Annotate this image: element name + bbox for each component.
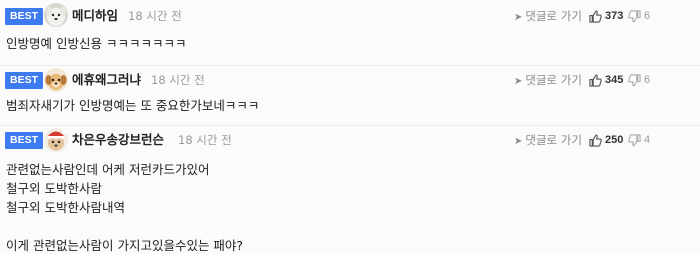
comment-item: BEST 에휴왜그러냐 18 시간 전 ➤ 댓글로 가기 345 6 범죄자새기… bbox=[0, 66, 700, 126]
reply-arrow-icon: ➤ bbox=[514, 136, 523, 147]
comment-header: BEST 차은우송강브런슨 18 시간 전 ➤ 댓글로 가기 250 4 bbox=[0, 126, 700, 152]
thumbs-down-icon bbox=[628, 9, 641, 22]
comment-item: BEST 차은우송강브런슨 18 시간 전 ➤ 댓글로 가기 250 4 관련없… bbox=[0, 126, 700, 254]
go-to-reply-button[interactable]: ➤ 댓글로 가기 bbox=[514, 8, 582, 26]
comment-time: 18 시간 전 bbox=[128, 9, 182, 23]
go-to-reply-button[interactable]: ➤ 댓글로 가기 bbox=[514, 72, 582, 90]
thumbs-up-icon bbox=[589, 134, 602, 147]
like-count: 250 bbox=[605, 134, 624, 146]
dislike-count: 6 bbox=[644, 74, 651, 86]
comment-text-line: 철구외 도박한사람내역 bbox=[6, 200, 125, 215]
comment-body: 인방명예 인방신용 ㅋㅋㅋㅋㅋㅋㅋ bbox=[6, 34, 186, 53]
comment-list: BEST 메디하임 18 시간 전 ➤ 댓글로 가기 373 6 인방명예 인방… bbox=[0, 0, 700, 254]
best-badge: BEST bbox=[5, 72, 44, 89]
thumbs-down-icon bbox=[628, 133, 641, 146]
comment-text-line: 관련없는사람인데 어케 저런카드가있어 bbox=[6, 162, 210, 177]
thumbs-up-icon bbox=[589, 74, 602, 87]
thumbs-up-icon bbox=[589, 10, 602, 23]
best-badge: BEST bbox=[5, 132, 44, 149]
comment-text-line bbox=[6, 217, 243, 236]
comment-time: 18 시간 전 bbox=[178, 133, 232, 147]
comment-text-line: 이게 관련없는사람이 가지고있을수있는 패야? bbox=[6, 238, 244, 253]
thumbs-down-icon bbox=[628, 73, 641, 86]
dislike-count: 6 bbox=[644, 10, 651, 22]
go-to-reply-button[interactable]: ➤ 댓글로 가기 bbox=[514, 132, 582, 150]
dislike-count: 4 bbox=[644, 134, 651, 146]
dislike-button[interactable]: 6 bbox=[628, 71, 650, 89]
best-badge: BEST bbox=[5, 8, 44, 25]
dislike-button[interactable]: 6 bbox=[628, 7, 650, 25]
comment-nickname[interactable]: 차은우송강브런슨 bbox=[72, 132, 164, 148]
comment-body: 관련없는사람인데 어케 저런카드가있어 철구외 도박한사람 철구외 도박한사람내… bbox=[6, 160, 243, 254]
comment-text-line: 인방명예 인방신용 ㅋㅋㅋㅋㅋㅋㅋ bbox=[6, 36, 187, 51]
comment-header: BEST 메디하임 18 시간 전 ➤ 댓글로 가기 373 6 bbox=[0, 0, 700, 27]
reply-arrow-icon: ➤ bbox=[514, 76, 523, 87]
like-count: 345 bbox=[605, 74, 624, 86]
white-dog-avatar-icon[interactable] bbox=[44, 3, 68, 27]
puppy-avatar-icon[interactable] bbox=[44, 68, 68, 92]
dislike-button[interactable]: 4 bbox=[628, 131, 650, 149]
comment-nickname[interactable]: 에휴왜그러냐 bbox=[72, 72, 141, 88]
comment-nickname[interactable]: 메디하임 bbox=[72, 8, 118, 24]
like-count: 373 bbox=[605, 10, 624, 22]
comment-text-line: 철구외 도박한사람 bbox=[6, 181, 102, 196]
comment-time: 18 시간 전 bbox=[151, 73, 205, 87]
santa-dog-avatar-icon[interactable] bbox=[44, 128, 68, 152]
comment-item: BEST 메디하임 18 시간 전 ➤ 댓글로 가기 373 6 인방명예 인방… bbox=[0, 0, 700, 66]
like-button[interactable]: 250 bbox=[589, 131, 623, 149]
comment-header: BEST 에휴왜그러냐 18 시간 전 ➤ 댓글로 가기 345 6 bbox=[0, 66, 700, 92]
like-button[interactable]: 345 bbox=[589, 71, 623, 89]
reply-arrow-icon: ➤ bbox=[514, 12, 523, 23]
like-button[interactable]: 373 bbox=[589, 7, 623, 25]
comment-body: 범죄자새기가 인방명예는 또 중요한가보네ㅋㅋㅋ bbox=[6, 96, 259, 115]
comment-text-line: 범죄자새기가 인방명예는 또 중요한가보네ㅋㅋㅋ bbox=[6, 98, 260, 113]
